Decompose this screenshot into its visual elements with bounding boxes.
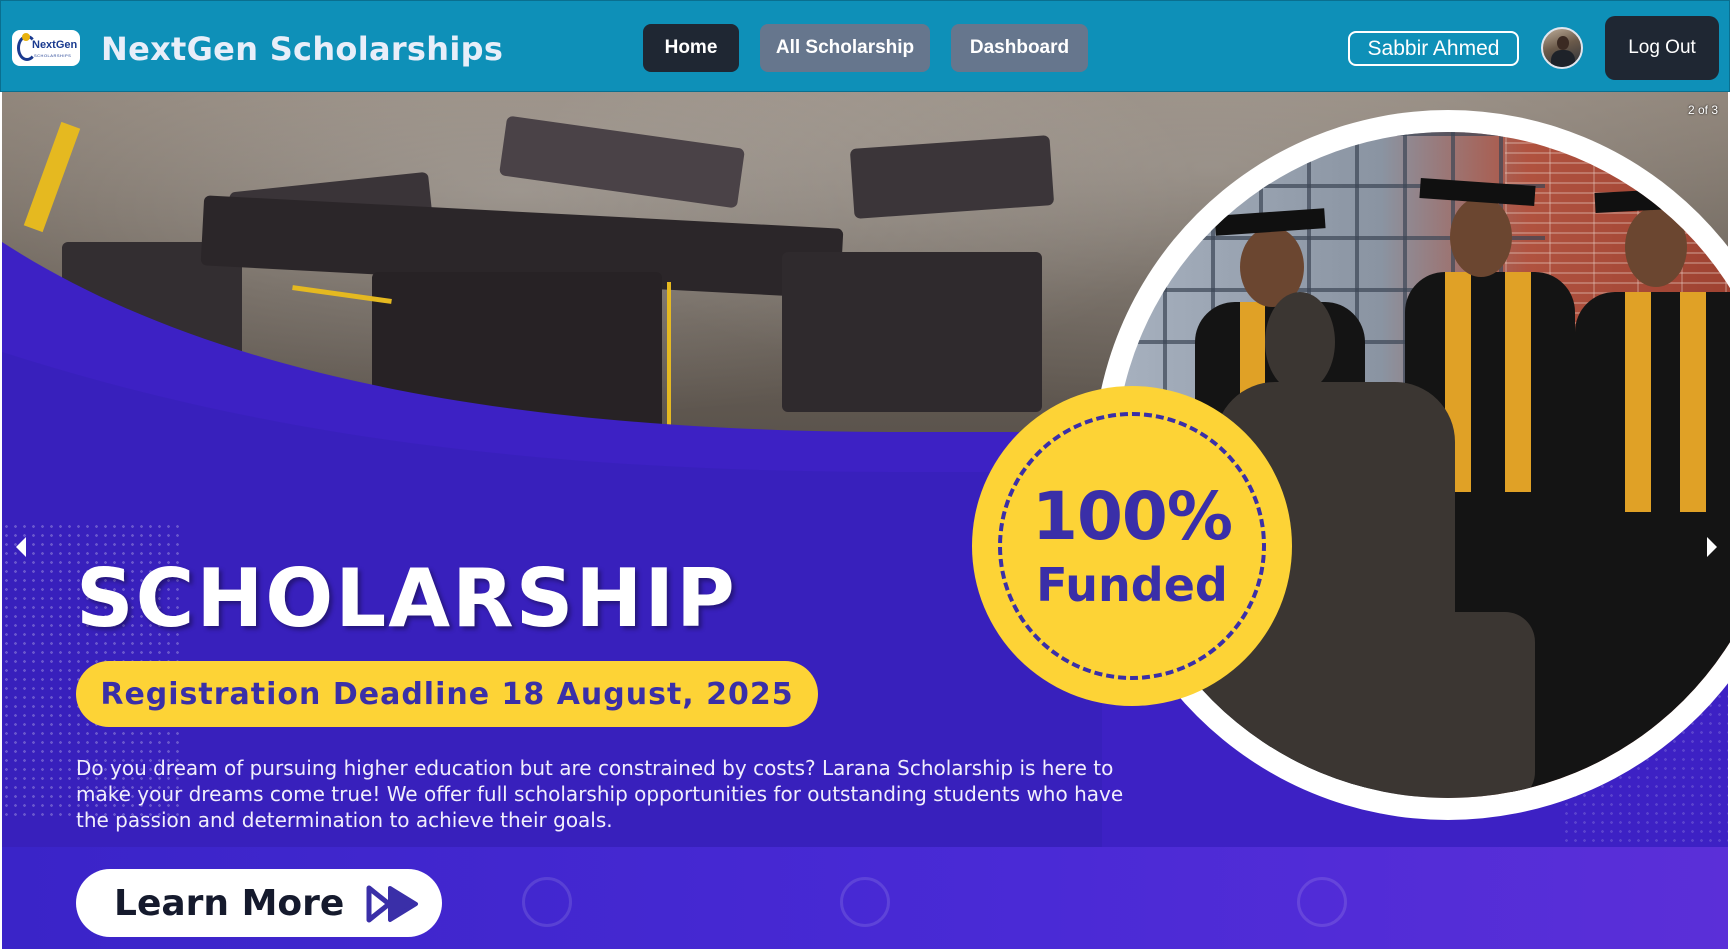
slide-description: Do you dream of pursuing higher educatio… <box>76 756 1124 832</box>
globe-icon <box>840 877 890 927</box>
logout-button[interactable]: Log Out <box>1605 16 1719 80</box>
chevron-right-icon[interactable] <box>1707 537 1717 557</box>
slide-headline: SCHOLARSHIP <box>76 552 737 645</box>
nav-dashboard-button[interactable]: Dashboard <box>951 24 1088 72</box>
deadline-banner: Registration Deadline 18 August, 2025 <box>76 661 818 727</box>
funded-percent: 100% <box>1032 478 1233 555</box>
phone-icon <box>522 877 572 927</box>
site-title[interactable]: NextGen Scholarships <box>101 30 503 68</box>
navbar: NextGen SCHOLARSHIPS NextGen Scholarship… <box>0 0 1730 92</box>
learn-more-label: Learn More <box>114 882 345 924</box>
user-name-badge: Sabbir Ahmed <box>1348 31 1519 66</box>
learn-more-button[interactable]: Learn More <box>76 869 442 937</box>
chevron-left-icon[interactable] <box>16 537 26 557</box>
avatar[interactable] <box>1541 27 1583 69</box>
nav-all-scholarship-button[interactable]: All Scholarship <box>760 24 930 72</box>
funded-label: Funded <box>1036 558 1228 612</box>
logo-icon[interactable]: NextGen SCHOLARSHIPS <box>12 30 80 66</box>
location-icon <box>1297 877 1347 927</box>
double-arrow-right-icon <box>366 885 418 923</box>
slide-counter: 2 of 3 <box>1688 103 1719 117</box>
nav-home-button[interactable]: Home <box>643 24 739 72</box>
